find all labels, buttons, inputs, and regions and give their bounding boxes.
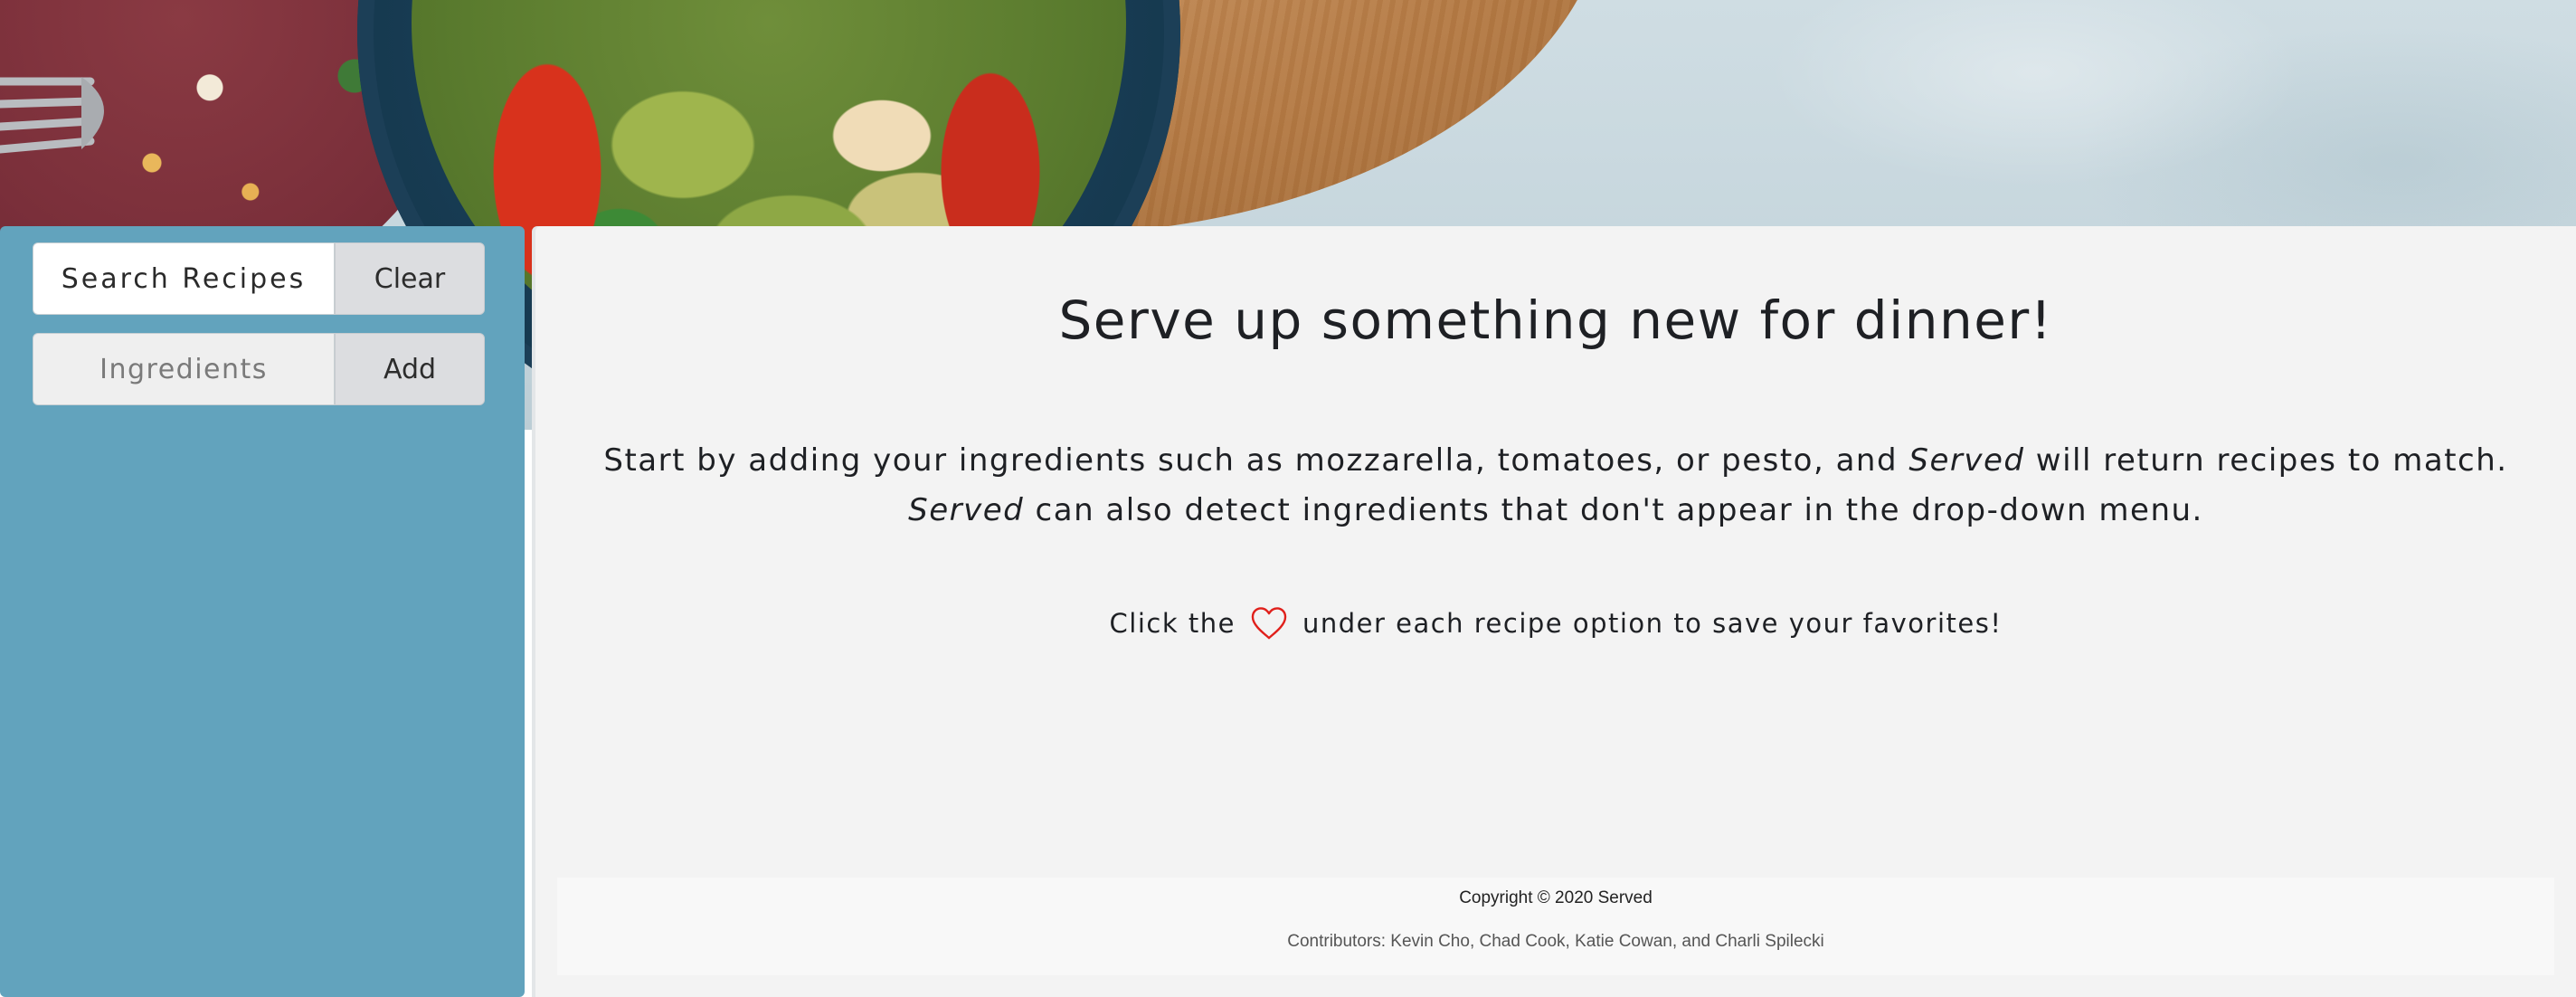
- clear-button[interactable]: Clear: [335, 242, 485, 315]
- favorites-hint: Click the under each recipe option to sa…: [535, 606, 2576, 641]
- heart-icon[interactable]: [1250, 606, 1288, 641]
- intro-line-1-end: will return recipes to match.: [2024, 442, 2508, 479]
- intro-line-2: Served can also detect ingredients that …: [535, 486, 2576, 536]
- fork-icon: [0, 77, 104, 154]
- hint-text-end: under each recipe option to save your fa…: [1302, 608, 2003, 639]
- copyright-text: Copyright © 2020 Served: [1459, 888, 1653, 907]
- sidebar: Search Recipes Clear Ingredients Add: [0, 226, 525, 997]
- intro-line-1-start: Start by adding your ingredients such as…: [603, 442, 1909, 479]
- intro-line-1: Start by adding your ingredients such as…: [535, 436, 2576, 486]
- search-recipes-field[interactable]: Search Recipes: [33, 242, 335, 315]
- search-row: Search Recipes Clear: [33, 242, 485, 315]
- ingredients-row: Ingredients Add: [33, 333, 485, 405]
- add-button[interactable]: Add: [335, 333, 485, 405]
- main-panel: Serve up something new for dinner! Start…: [535, 226, 2576, 997]
- intro-line-2-end: can also detect ingredients that don't a…: [1024, 492, 2203, 528]
- contributors-text: Contributors: Kevin Cho, Chad Cook, Kati…: [1287, 932, 1824, 951]
- hint-text-start: Click the: [1109, 608, 1236, 639]
- brand-name: Served: [1908, 442, 2025, 479]
- ingredients-input[interactable]: Ingredients: [33, 333, 335, 405]
- page-title: Serve up something new for dinner!: [1058, 290, 2053, 351]
- brand-name: Served: [908, 492, 1025, 528]
- page: Search Recipes Clear Ingredients Add Ser…: [0, 0, 2576, 997]
- footer: Copyright © 2020 Served Contributors: Ke…: [557, 878, 2554, 975]
- intro-text: Start by adding your ingredients such as…: [535, 436, 2576, 536]
